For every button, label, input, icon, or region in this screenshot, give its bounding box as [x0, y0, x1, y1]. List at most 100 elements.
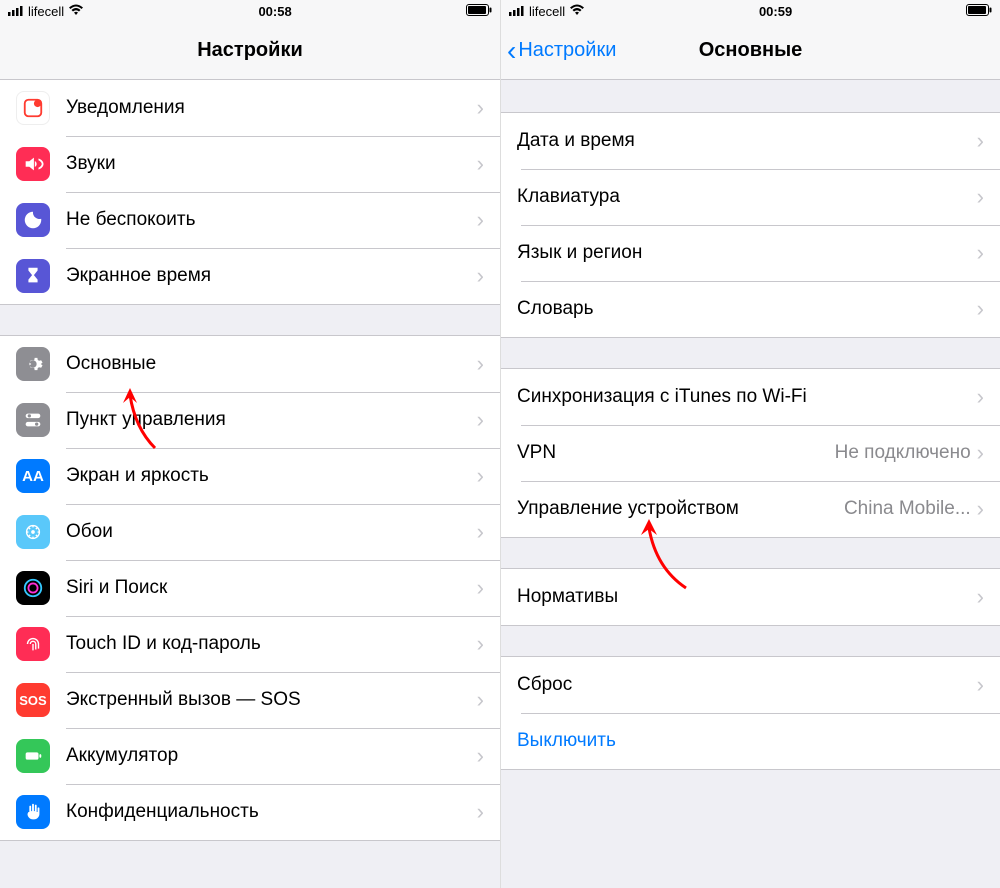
row-language[interactable]: Язык и регион ›	[501, 225, 1000, 281]
row-label: Не беспокоить	[66, 209, 471, 231]
row-label: Синхронизация с iTunes по Wi-Fi	[517, 386, 971, 408]
chevron-right-icon: ›	[977, 128, 984, 154]
row-value: China Mobile...	[844, 498, 971, 520]
wifi-icon	[68, 4, 84, 19]
back-label: Настройки	[518, 39, 616, 62]
hand-icon	[16, 795, 50, 829]
row-label: Язык и регион	[517, 242, 971, 264]
settings-screen: lifecell 00:58 Настройки Уведомления › З…	[0, 0, 500, 888]
row-label: Клавиатура	[517, 186, 971, 208]
general-list[interactable]: Дата и время › Клавиатура › Язык и регио…	[501, 80, 1000, 888]
display-icon: AA	[16, 459, 50, 493]
row-label: Словарь	[517, 298, 971, 320]
chevron-right-icon: ›	[977, 440, 984, 466]
row-keyboard[interactable]: Клавиатура ›	[501, 169, 1000, 225]
row-label: Управление устройством	[517, 498, 836, 520]
row-sounds[interactable]: Звуки ›	[0, 136, 500, 192]
chevron-right-icon: ›	[977, 384, 984, 410]
general-group-4: Сброс › Выключить	[501, 656, 1000, 770]
row-device-management[interactable]: Управление устройством China Mobile... ›	[501, 481, 1000, 537]
chevron-right-icon: ›	[977, 296, 984, 322]
moon-icon	[16, 203, 50, 237]
row-label: Звуки	[66, 153, 471, 175]
row-label: Нормативы	[517, 586, 971, 608]
row-itunes-sync[interactable]: Синхронизация с iTunes по Wi-Fi ›	[501, 369, 1000, 425]
sounds-icon	[16, 147, 50, 181]
chevron-right-icon: ›	[477, 463, 484, 489]
row-shutdown[interactable]: Выключить	[501, 713, 1000, 769]
row-label: Сброс	[517, 674, 971, 696]
chevron-right-icon: ›	[477, 407, 484, 433]
row-regulatory[interactable]: Нормативы ›	[501, 569, 1000, 625]
row-display[interactable]: AA Экран и яркость ›	[0, 448, 500, 504]
chevron-right-icon: ›	[977, 496, 984, 522]
hourglass-icon	[16, 259, 50, 293]
row-label: Конфиденциальность	[66, 801, 471, 823]
row-notifications[interactable]: Уведомления ›	[0, 80, 500, 136]
row-label: Дата и время	[517, 130, 971, 152]
notifications-icon	[16, 91, 50, 125]
row-reset[interactable]: Сброс ›	[501, 657, 1000, 713]
chevron-right-icon: ›	[977, 584, 984, 610]
chevron-right-icon: ›	[477, 687, 484, 713]
general-group-1: Дата и время › Клавиатура › Язык и регио…	[501, 112, 1000, 338]
status-bar: lifecell 00:59	[501, 0, 1000, 22]
row-label: Выключить	[517, 730, 984, 752]
row-dnd[interactable]: Не беспокоить ›	[0, 192, 500, 248]
row-vpn[interactable]: VPN Не подключено ›	[501, 425, 1000, 481]
row-label: VPN	[517, 442, 827, 464]
chevron-right-icon: ›	[477, 519, 484, 545]
row-label: Основные	[66, 353, 471, 375]
row-label: Экранное время	[66, 265, 471, 287]
settings-group-1: Уведомления › Звуки › Не беспокоить › Эк…	[0, 80, 500, 305]
chevron-right-icon: ›	[977, 672, 984, 698]
general-screen: lifecell 00:59 ‹ Настройки Основные Дата…	[500, 0, 1000, 888]
gear-icon	[16, 347, 50, 381]
signal-icon	[8, 4, 24, 19]
row-dictionary[interactable]: Словарь ›	[501, 281, 1000, 337]
row-label: Пункт управления	[66, 409, 471, 431]
carrier-label: lifecell	[28, 4, 64, 19]
wifi-icon	[569, 4, 585, 19]
page-title: Основные	[699, 39, 803, 62]
page-title: Настройки	[197, 39, 303, 62]
chevron-right-icon: ›	[477, 95, 484, 121]
row-value: Не подключено	[835, 442, 971, 464]
row-screentime[interactable]: Экранное время ›	[0, 248, 500, 304]
chevron-right-icon: ›	[477, 351, 484, 377]
chevron-right-icon: ›	[477, 575, 484, 601]
sos-icon: SOS	[16, 683, 50, 717]
row-label: Экран и яркость	[66, 465, 471, 487]
row-label: Аккумулятор	[66, 745, 471, 767]
toggles-icon	[16, 403, 50, 437]
row-general[interactable]: Основные ›	[0, 336, 500, 392]
status-bar: lifecell 00:58	[0, 0, 500, 22]
chevron-right-icon: ›	[977, 240, 984, 266]
row-controlcenter[interactable]: Пункт управления ›	[0, 392, 500, 448]
chevron-right-icon: ›	[477, 799, 484, 825]
row-label: Уведомления	[66, 97, 471, 119]
row-siri[interactable]: Siri и Поиск ›	[0, 560, 500, 616]
clock: 00:58	[258, 4, 291, 19]
chevron-right-icon: ›	[477, 631, 484, 657]
chevron-right-icon: ›	[477, 151, 484, 177]
chevron-right-icon: ›	[477, 263, 484, 289]
chevron-right-icon: ›	[477, 207, 484, 233]
battery-icon	[16, 739, 50, 773]
battery-icon	[966, 4, 992, 19]
settings-list[interactable]: Уведомления › Звуки › Не беспокоить › Эк…	[0, 80, 500, 888]
row-sos[interactable]: SOS Экстренный вызов — SOS ›	[0, 672, 500, 728]
wallpaper-icon	[16, 515, 50, 549]
row-battery[interactable]: Аккумулятор ›	[0, 728, 500, 784]
back-button[interactable]: ‹ Настройки	[507, 22, 616, 79]
siri-icon	[16, 571, 50, 605]
signal-icon	[509, 4, 525, 19]
general-group-3: Нормативы ›	[501, 568, 1000, 626]
row-wallpaper[interactable]: Обои ›	[0, 504, 500, 560]
general-group-2: Синхронизация с iTunes по Wi-Fi › VPN Не…	[501, 368, 1000, 538]
row-label: Siri и Поиск	[66, 577, 471, 599]
row-touchid[interactable]: Touch ID и код-пароль ›	[0, 616, 500, 672]
row-privacy[interactable]: Конфиденциальность ›	[0, 784, 500, 840]
row-datetime[interactable]: Дата и время ›	[501, 113, 1000, 169]
nav-bar: Настройки	[0, 22, 500, 80]
